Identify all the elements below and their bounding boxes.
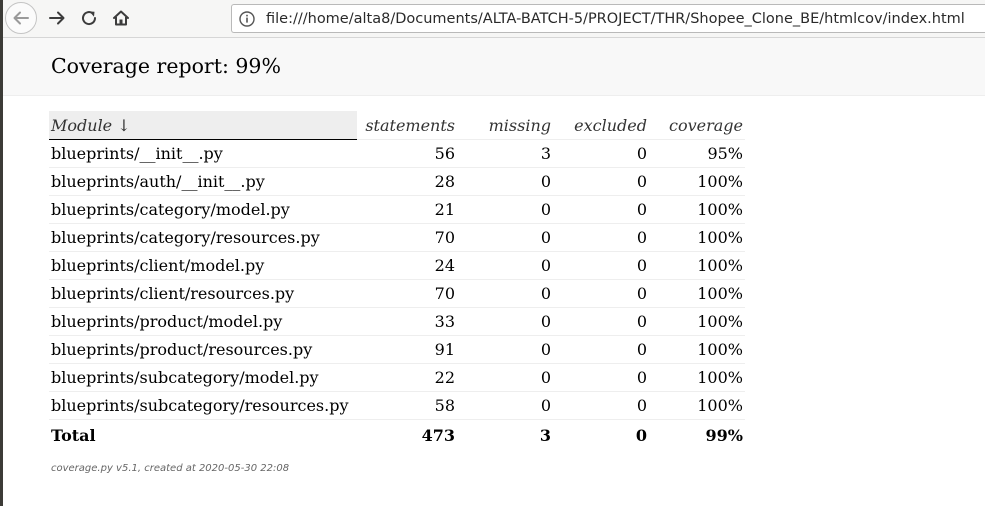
statements-cell: 70 — [357, 279, 457, 308]
module-link[interactable]: blueprints/product/resources.py — [49, 335, 357, 364]
missing-cell: 0 — [457, 167, 553, 196]
reload-button[interactable] — [73, 2, 105, 34]
table-row[interactable]: blueprints/subcategory/resources.py 58 0… — [49, 391, 745, 420]
module-link[interactable]: blueprints/subcategory/resources.py — [49, 391, 357, 420]
excluded-cell: 0 — [553, 279, 649, 308]
url-text[interactable]: file:///home/alta8/Documents/ALTA-BATCH-… — [266, 11, 965, 27]
coverage-cell: 100% — [649, 195, 745, 224]
excluded-cell: 0 — [553, 139, 649, 168]
statements-cell: 28 — [357, 167, 457, 196]
excluded-cell: 0 — [553, 251, 649, 280]
statements-cell: 24 — [357, 251, 457, 280]
table-row[interactable]: blueprints/client/resources.py 70 0 0 10… — [49, 279, 745, 308]
statements-cell: 22 — [357, 363, 457, 392]
column-header-coverage[interactable]: coverage — [649, 111, 745, 140]
coverage-cell: 100% — [649, 223, 745, 252]
excluded-cell: 0 — [553, 363, 649, 392]
excluded-cell: 0 — [553, 195, 649, 224]
info-icon[interactable] — [239, 11, 255, 27]
coverage-cell: 100% — [649, 307, 745, 336]
home-icon — [113, 10, 129, 26]
total-missing: 3 — [539, 425, 551, 445]
reload-icon — [82, 11, 97, 26]
total-row: Total 473 3 0 99% — [49, 420, 745, 451]
missing-cell: 3 — [457, 139, 553, 168]
excluded-cell: 0 — [553, 307, 649, 336]
table-row[interactable]: blueprints/category/model.py 21 0 0 100% — [49, 195, 745, 224]
coverage-cell: 100% — [649, 335, 745, 364]
table-row[interactable]: blueprints/product/model.py 33 0 0 100% — [49, 307, 745, 336]
module-link[interactable]: blueprints/category/model.py — [49, 195, 357, 224]
missing-cell: 0 — [457, 391, 553, 420]
statements-cell: 21 — [357, 195, 457, 224]
module-link[interactable]: blueprints/__init__.py — [49, 139, 357, 168]
column-header-excluded[interactable]: excluded — [553, 111, 649, 140]
coverage-cell: 95% — [649, 139, 745, 168]
url-bar[interactable]: file:///home/alta8/Documents/ALTA-BATCH-… — [231, 4, 985, 33]
column-header-module[interactable]: Module ↓ — [49, 111, 357, 140]
column-header-statements[interactable]: statements — [357, 111, 457, 140]
header-row: Module ↓ statements missing excluded cov… — [49, 111, 745, 140]
column-header-missing[interactable]: missing — [457, 111, 553, 140]
missing-cell: 0 — [457, 251, 553, 280]
module-link[interactable]: blueprints/auth/__init__.py — [49, 167, 357, 196]
back-arrow-icon — [13, 11, 29, 25]
missing-cell: 0 — [457, 363, 553, 392]
coverage-cell: 100% — [649, 167, 745, 196]
module-link[interactable]: blueprints/subcategory/model.py — [49, 363, 357, 392]
missing-cell: 0 — [457, 279, 553, 308]
module-link[interactable]: blueprints/client/model.py — [49, 251, 357, 280]
coverage-cell: 100% — [649, 251, 745, 280]
table-row[interactable]: blueprints/__init__.py 56 3 0 95% — [49, 139, 745, 168]
statements-cell: 91 — [357, 335, 457, 364]
excluded-cell: 0 — [553, 223, 649, 252]
total-excluded: 0 — [635, 425, 647, 445]
statements-cell: 70 — [357, 223, 457, 252]
table-row[interactable]: blueprints/category/resources.py 70 0 0 … — [49, 223, 745, 252]
module-link[interactable]: blueprints/category/resources.py — [49, 223, 357, 252]
statements-cell: 58 — [357, 391, 457, 420]
table-row[interactable]: blueprints/product/resources.py 91 0 0 1… — [49, 335, 745, 364]
forward-arrow-icon — [49, 11, 65, 25]
statements-cell: 56 — [357, 139, 457, 168]
excluded-cell: 0 — [553, 391, 649, 420]
coverage-table: Module ↓ statements missing excluded cov… — [49, 111, 745, 450]
statements-cell: 33 — [357, 307, 457, 336]
excluded-cell: 0 — [553, 167, 649, 196]
browser-toolbar: file:///home/alta8/Documents/ALTA-BATCH-… — [3, 0, 985, 38]
missing-cell: 0 — [457, 195, 553, 224]
coverage-cell: 100% — [649, 279, 745, 308]
coverage-cell: 100% — [649, 391, 745, 420]
table-row[interactable]: blueprints/auth/__init__.py 28 0 0 100% — [49, 167, 745, 196]
missing-cell: 0 — [457, 223, 553, 252]
excluded-cell: 0 — [553, 335, 649, 364]
forward-button[interactable] — [41, 2, 73, 34]
module-link[interactable]: blueprints/product/model.py — [49, 307, 357, 336]
table-body: blueprints/__init__.py 56 3 0 95% bluepr… — [49, 139, 745, 420]
missing-cell: 0 — [457, 307, 553, 336]
total-label: Total — [51, 425, 96, 445]
module-link[interactable]: blueprints/client/resources.py — [49, 279, 357, 308]
back-button[interactable] — [5, 2, 37, 34]
total-statements: 473 — [421, 425, 455, 445]
table-row[interactable]: blueprints/subcategory/model.py 22 0 0 1… — [49, 363, 745, 392]
footer-note: coverage.py v5.1, created at 2020-05-30 … — [51, 463, 290, 474]
missing-cell: 0 — [457, 335, 553, 364]
home-button[interactable] — [105, 2, 137, 34]
coverage-cell: 100% — [649, 363, 745, 392]
report-header: Coverage report: 99% — [3, 38, 985, 96]
table-row[interactable]: blueprints/client/model.py 24 0 0 100% — [49, 251, 745, 280]
total-coverage: 99% — [705, 425, 743, 445]
page-title: Coverage report: 99% — [51, 54, 281, 78]
